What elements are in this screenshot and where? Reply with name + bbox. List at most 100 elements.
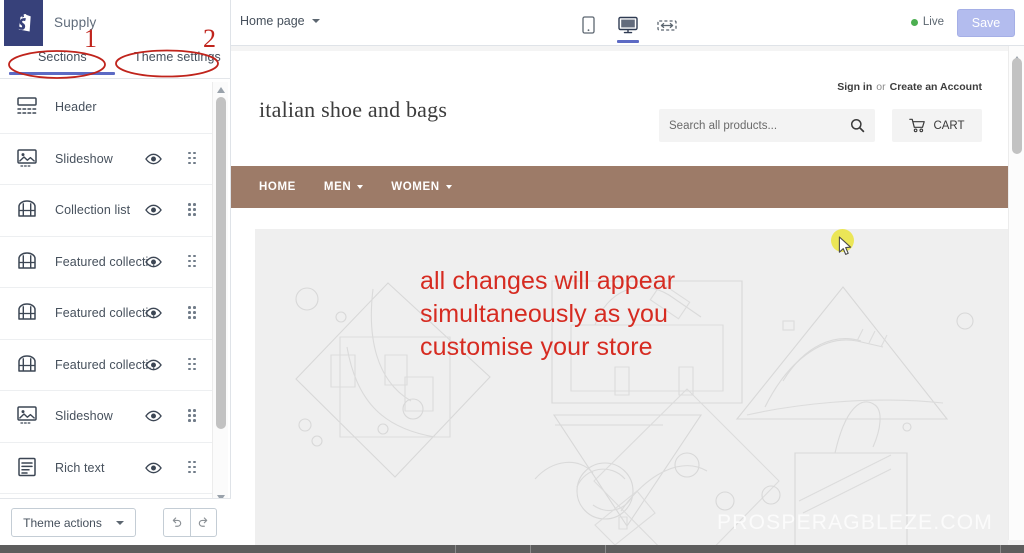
- section-type-icon: [16, 95, 40, 119]
- tab-sections[interactable]: Sections: [32, 46, 93, 68]
- top-bar: Home page Live Save: [231, 0, 1024, 46]
- eye-icon[interactable]: [145, 408, 162, 425]
- os-taskbar-strip: [0, 545, 1024, 553]
- sign-in-link[interactable]: Sign in: [837, 81, 872, 93]
- chevron-down-icon: [311, 19, 320, 23]
- section-row[interactable]: Rich text: [0, 442, 212, 494]
- scroll-up-arrow-icon[interactable]: [213, 83, 229, 97]
- store-name: italian shoe and bags: [259, 97, 448, 122]
- section-drag-handle[interactable]: [188, 460, 198, 475]
- status-label: Live: [922, 16, 944, 28]
- device-view-switcher: [576, 10, 680, 43]
- account-links: Sign in or Create an Account: [837, 81, 982, 93]
- section-label: Slideshow: [55, 409, 113, 424]
- save-button[interactable]: Save: [957, 9, 1015, 37]
- cart-button[interactable]: CART: [892, 109, 982, 142]
- shopping-bag-icon: [18, 200, 36, 217]
- section-drag-handle[interactable]: [188, 254, 198, 269]
- eye-icon[interactable]: [145, 459, 162, 476]
- shopify-bag-icon: [18, 13, 31, 32]
- scrollbar-thumb[interactable]: [216, 97, 226, 429]
- preview-scrollbar[interactable]: [1008, 46, 1024, 540]
- section-label: Rich text: [55, 460, 105, 475]
- section-row[interactable]: Featured collecti...: [0, 288, 212, 340]
- shopify-logo[interactable]: [4, 0, 43, 46]
- section-drag-handle[interactable]: [188, 357, 198, 372]
- undo-arrow-icon: [173, 517, 182, 527]
- section-label: Slideshow: [55, 151, 113, 166]
- section-visibility-toggle[interactable]: [145, 459, 162, 476]
- section-visibility-toggle[interactable]: [145, 408, 162, 425]
- device-desktop-button[interactable]: [615, 10, 641, 43]
- section-row[interactable]: Slideshow: [0, 133, 212, 185]
- section-type-icon: [16, 198, 40, 222]
- section-row[interactable]: Collection list: [0, 185, 212, 237]
- redo-button[interactable]: [189, 509, 217, 536]
- live-status-dot: [910, 18, 918, 26]
- header-layout-icon: [17, 97, 37, 114]
- create-account-link[interactable]: Create an Account: [890, 81, 982, 93]
- page-selector-label: Home page: [240, 14, 305, 28]
- search-icon[interactable]: [850, 118, 865, 133]
- chevron-down-icon: [357, 185, 364, 189]
- section-drag-handle[interactable]: [188, 409, 198, 423]
- section-row[interactable]: Featured collecti...: [0, 236, 212, 288]
- eye-icon[interactable]: [145, 202, 162, 219]
- section-row[interactable]: Header: [0, 82, 212, 134]
- slideshow-hero[interactable]: all changes will appear simultaneously a…: [255, 229, 1008, 545]
- eye-icon[interactable]: [145, 356, 162, 373]
- undo-button[interactable]: [164, 509, 190, 536]
- image-icon: [17, 149, 37, 167]
- store-preview-pane: Sign in or Create an Account italian shoe …: [231, 46, 1024, 545]
- section-type-icon: [16, 456, 40, 480]
- section-type-icon: [16, 147, 40, 171]
- sidebar-tabs: Sections Theme settings: [0, 46, 230, 78]
- section-visibility-toggle[interactable]: [145, 150, 162, 167]
- tab-theme-settings[interactable]: Theme settings: [128, 46, 227, 68]
- preview-scrollbar-thumb[interactable]: [1012, 58, 1022, 154]
- redo-arrow-icon: [198, 517, 207, 527]
- eye-icon[interactable]: [145, 253, 162, 270]
- search-input[interactable]: [669, 119, 850, 132]
- section-row[interactable]: Slideshow: [0, 391, 212, 443]
- section-label: Collection list: [55, 203, 131, 218]
- eye-icon[interactable]: [145, 150, 162, 167]
- section-drag-handle[interactable]: [188, 203, 198, 217]
- or-label: or: [876, 81, 886, 93]
- section-drag-handle[interactable]: [188, 151, 198, 166]
- theme-actions-button[interactable]: Theme actions: [11, 508, 136, 537]
- cart-label: CART: [933, 119, 965, 132]
- sections-list[interactable]: Header Slideshow Collection list Featured c…: [0, 82, 212, 506]
- section-visibility-toggle[interactable]: [145, 202, 162, 219]
- sidebar-panel: Supply Sections Theme settings Header Sli…: [0, 0, 231, 545]
- section-visibility-toggle[interactable]: [145, 356, 162, 373]
- section-label: Featured collecti...: [55, 254, 160, 269]
- nav-item-women[interactable]: WOMEN: [391, 181, 452, 193]
- sidebar-scrollbar[interactable]: [212, 82, 228, 506]
- nav-item-label: MEN: [323, 181, 352, 193]
- nav-item-home[interactable]: HOME: [259, 181, 296, 193]
- page-selector[interactable]: Home page: [240, 14, 320, 28]
- sidebar-brand-bar: Supply: [0, 0, 230, 46]
- eye-icon[interactable]: [145, 305, 162, 322]
- image-icon: [17, 406, 37, 424]
- nav-item-label: HOME: [259, 181, 296, 193]
- section-drag-handle[interactable]: [188, 306, 198, 320]
- cart-icon: [909, 118, 926, 133]
- shopping-bag-icon: [18, 355, 36, 372]
- sidebar-divider: [0, 78, 231, 79]
- chevron-down-icon: [115, 520, 124, 525]
- section-type-icon: [16, 404, 40, 428]
- section-visibility-toggle[interactable]: [145, 253, 162, 270]
- section-visibility-toggle[interactable]: [145, 305, 162, 322]
- theme-actions-label: Theme actions: [23, 515, 102, 530]
- search-box[interactable]: [659, 109, 875, 142]
- device-mobile-button[interactable]: [576, 10, 602, 40]
- shopping-bag-icon: [18, 252, 36, 269]
- section-label: Featured collecti...: [55, 306, 160, 321]
- device-full-width-button[interactable]: [654, 10, 680, 40]
- storefront-nav: HOME MEN WOMEN: [231, 166, 1008, 208]
- nav-item-label: WOMEN: [391, 181, 440, 193]
- section-row[interactable]: Featured collecti...: [0, 339, 212, 391]
- nav-item-men[interactable]: MEN: [323, 181, 364, 193]
